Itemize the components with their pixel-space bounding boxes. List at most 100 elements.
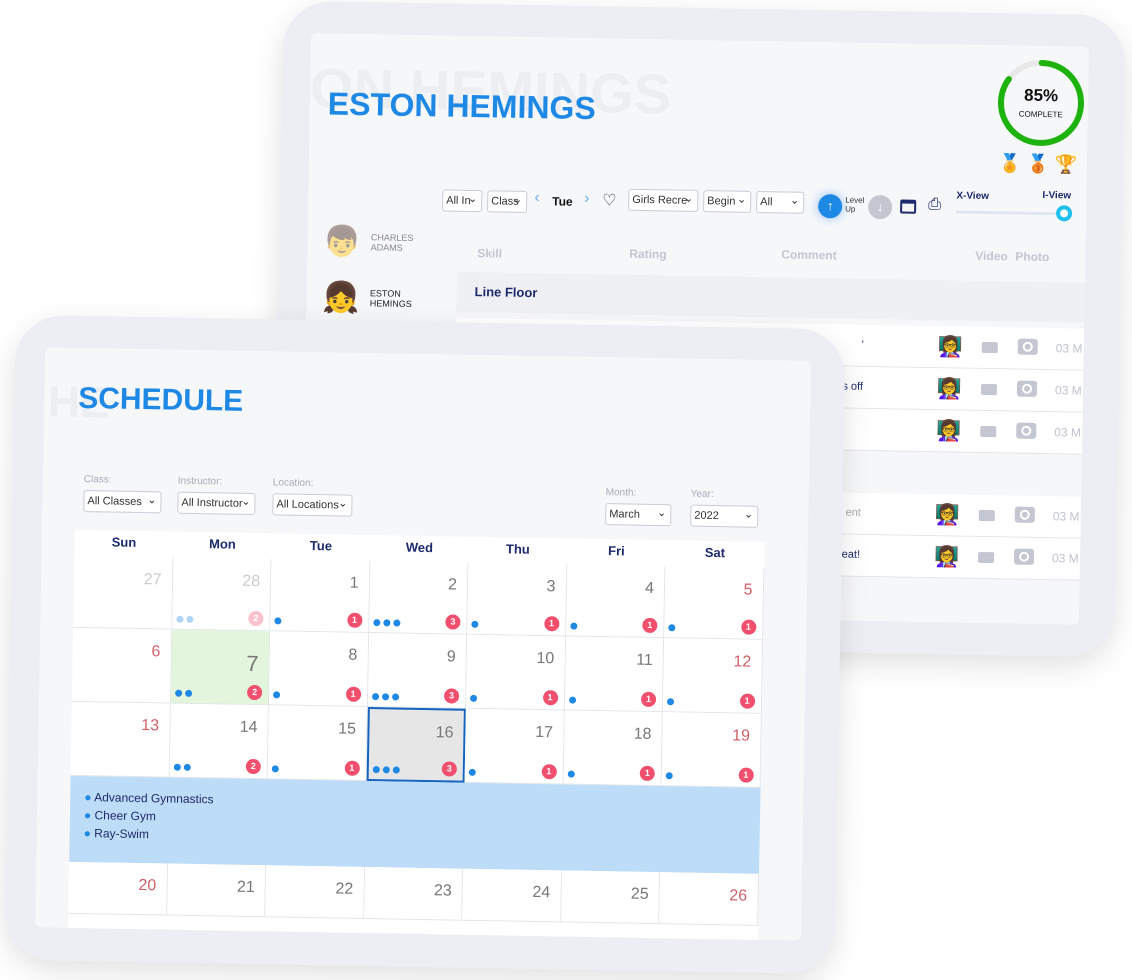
event-dots — [273, 691, 281, 699]
iview-label: I-View — [1042, 189, 1072, 202]
level-up-button[interactable]: ↑ — [817, 194, 843, 219]
calendar-day[interactable]: 10 1 — [465, 634, 566, 711]
camera-icon[interactable] — [1014, 506, 1035, 523]
progress-ring: 85% COMPLETE — [995, 57, 1087, 149]
instructor-avatar-icon: 👩‍🏫 — [933, 546, 960, 569]
calendar-day[interactable]: 41 — [565, 564, 666, 639]
next-day-icon[interactable]: › — [584, 190, 590, 208]
calendar-day[interactable]: 27 — [73, 555, 173, 630]
section-line-floor: Line Floor — [456, 271, 1085, 323]
calendar-day[interactable]: 17 1 — [464, 708, 565, 785]
calendar-day[interactable]: 12 1 — [662, 638, 763, 714]
calendar-day[interactable]: 18 1 — [563, 710, 663, 787]
video-icon[interactable] — [978, 509, 995, 522]
calendar-day[interactable]: 81 — [268, 631, 369, 708]
calendar-day[interactable]: 22 — [265, 865, 365, 919]
event-count-badge: 1 — [639, 765, 655, 782]
view-slider-handle[interactable] — [1055, 205, 1073, 222]
event-count-badge: 1 — [640, 691, 657, 708]
level-down-button[interactable]: ↓ — [867, 194, 893, 220]
calendar-grid: Sun Mon Tue Wed Thu Fri Sat 27 28 2 1 1 2 3 3 1 4 1 5 1 6 7 2 8… — [67, 529, 765, 941]
athlete-title: ESTON HEMINGS — [327, 85, 597, 127]
calendar-day[interactable]: 21 — [166, 863, 267, 918]
video-icon[interactable] — [977, 551, 995, 564]
calendar-day[interactable]: 13 — [70, 701, 171, 778]
event-dot — [569, 622, 577, 630]
instructor-select[interactable]: All Instructor — [177, 491, 256, 516]
event-dots — [668, 624, 676, 632]
day-number: 28 — [242, 572, 261, 591]
xview-label: X-View — [956, 190, 990, 203]
all-select[interactable]: All — [756, 190, 805, 214]
event-count-badge: 1 — [541, 764, 557, 780]
calendar-day[interactable]: 72 — [170, 629, 271, 706]
calendar-day[interactable]: 28 2 — [171, 557, 272, 632]
student-list[interactable]: 👦 CHARLES ADAMS 👧 ESTON HEMINGS — [322, 213, 414, 327]
event-dot — [175, 615, 183, 623]
event-count-badge: 1 — [738, 767, 754, 783]
instructor-avatar-icon: 👩‍🏫 — [936, 420, 962, 443]
calendar-day[interactable]: 25 — [560, 870, 661, 925]
calendar-icon[interactable] — [900, 199, 917, 214]
day-number: 14 — [239, 718, 258, 737]
event-dots — [567, 770, 575, 778]
level-select[interactable]: Begin — [703, 190, 752, 213]
calendar-day[interactable]: 16 3 — [366, 707, 466, 783]
program-select[interactable]: Girls Recre — [628, 188, 699, 212]
day-label: Tue — [552, 194, 573, 209]
print-icon[interactable]: ⎙ — [928, 196, 941, 214]
calendar-day[interactable]: 6 — [71, 627, 172, 704]
weekday-header: Sun — [111, 534, 137, 550]
event-count-badge: 1 — [642, 617, 658, 634]
calendar-day[interactable]: 11 1 — [564, 636, 665, 713]
filter-select-2[interactable]: Class — [487, 190, 528, 213]
day-number: 25 — [630, 885, 649, 903]
bronze-medal-icon: 🥉 — [1026, 153, 1050, 175]
calendar-day[interactable]: 51 — [664, 566, 764, 640]
location-select[interactable]: All Locations — [272, 493, 353, 517]
day-number: 8 — [348, 646, 358, 664]
camera-icon[interactable] — [1013, 548, 1035, 565]
year-select[interactable]: 2022 — [690, 504, 759, 528]
event-dot — [665, 772, 673, 780]
prev-day-icon[interactable]: ‹ — [534, 189, 540, 207]
student-item[interactable]: 👦 CHARLES ADAMS — [323, 213, 414, 271]
instructor-avatar-icon: 👩‍🏫 — [936, 378, 963, 401]
month-select[interactable]: March — [605, 503, 672, 527]
filter-select-1[interactable]: All In — [442, 189, 483, 213]
camera-icon[interactable] — [1016, 380, 1038, 397]
calendar-day[interactable]: 93 — [367, 633, 468, 709]
event-dots — [569, 622, 577, 630]
video-icon[interactable] — [980, 383, 998, 396]
calendar-day[interactable]: 26 — [659, 872, 759, 926]
student-item-active[interactable]: 👧 ESTON HEMINGS — [322, 269, 413, 327]
event-count-badge: 1 — [542, 690, 558, 706]
weekday-header: Sat — [704, 544, 726, 561]
calendar-day[interactable]: 20 — [68, 861, 168, 916]
video-icon[interactable] — [981, 341, 998, 354]
event-dots — [175, 615, 193, 623]
col-rating: Rating — [629, 246, 667, 262]
video-icon[interactable] — [980, 425, 997, 438]
class-label: Class: — [83, 474, 112, 486]
event-dot — [371, 693, 379, 701]
calendar-day[interactable]: 24 — [462, 868, 562, 923]
calendar-day[interactable]: 23 — [368, 561, 469, 635]
calendar-day[interactable]: 19 1 — [661, 712, 762, 788]
calendar-day[interactable]: 11 — [270, 559, 370, 634]
calendar-day[interactable]: 31 — [467, 562, 567, 637]
calendar-day[interactable]: 15 1 — [267, 705, 368, 781]
event-dots — [271, 765, 279, 773]
front-tablet-frame: HE SCHEDULE Class: All Classes Instructo… — [4, 314, 846, 975]
calendar-day[interactable]: 14 2 — [169, 703, 269, 780]
day-number: 18 — [633, 725, 652, 743]
class-select[interactable]: All Classes — [83, 490, 162, 514]
view-slider[interactable] — [956, 210, 1067, 216]
student-surname: ADAMS — [370, 242, 403, 253]
col-video: Video — [975, 248, 1008, 264]
event-dots — [665, 772, 673, 780]
camera-icon[interactable] — [1017, 338, 1038, 355]
calendar-day[interactable]: 23 — [363, 866, 464, 921]
heart-icon[interactable]: ♡ — [602, 190, 617, 210]
camera-icon[interactable] — [1016, 422, 1037, 439]
